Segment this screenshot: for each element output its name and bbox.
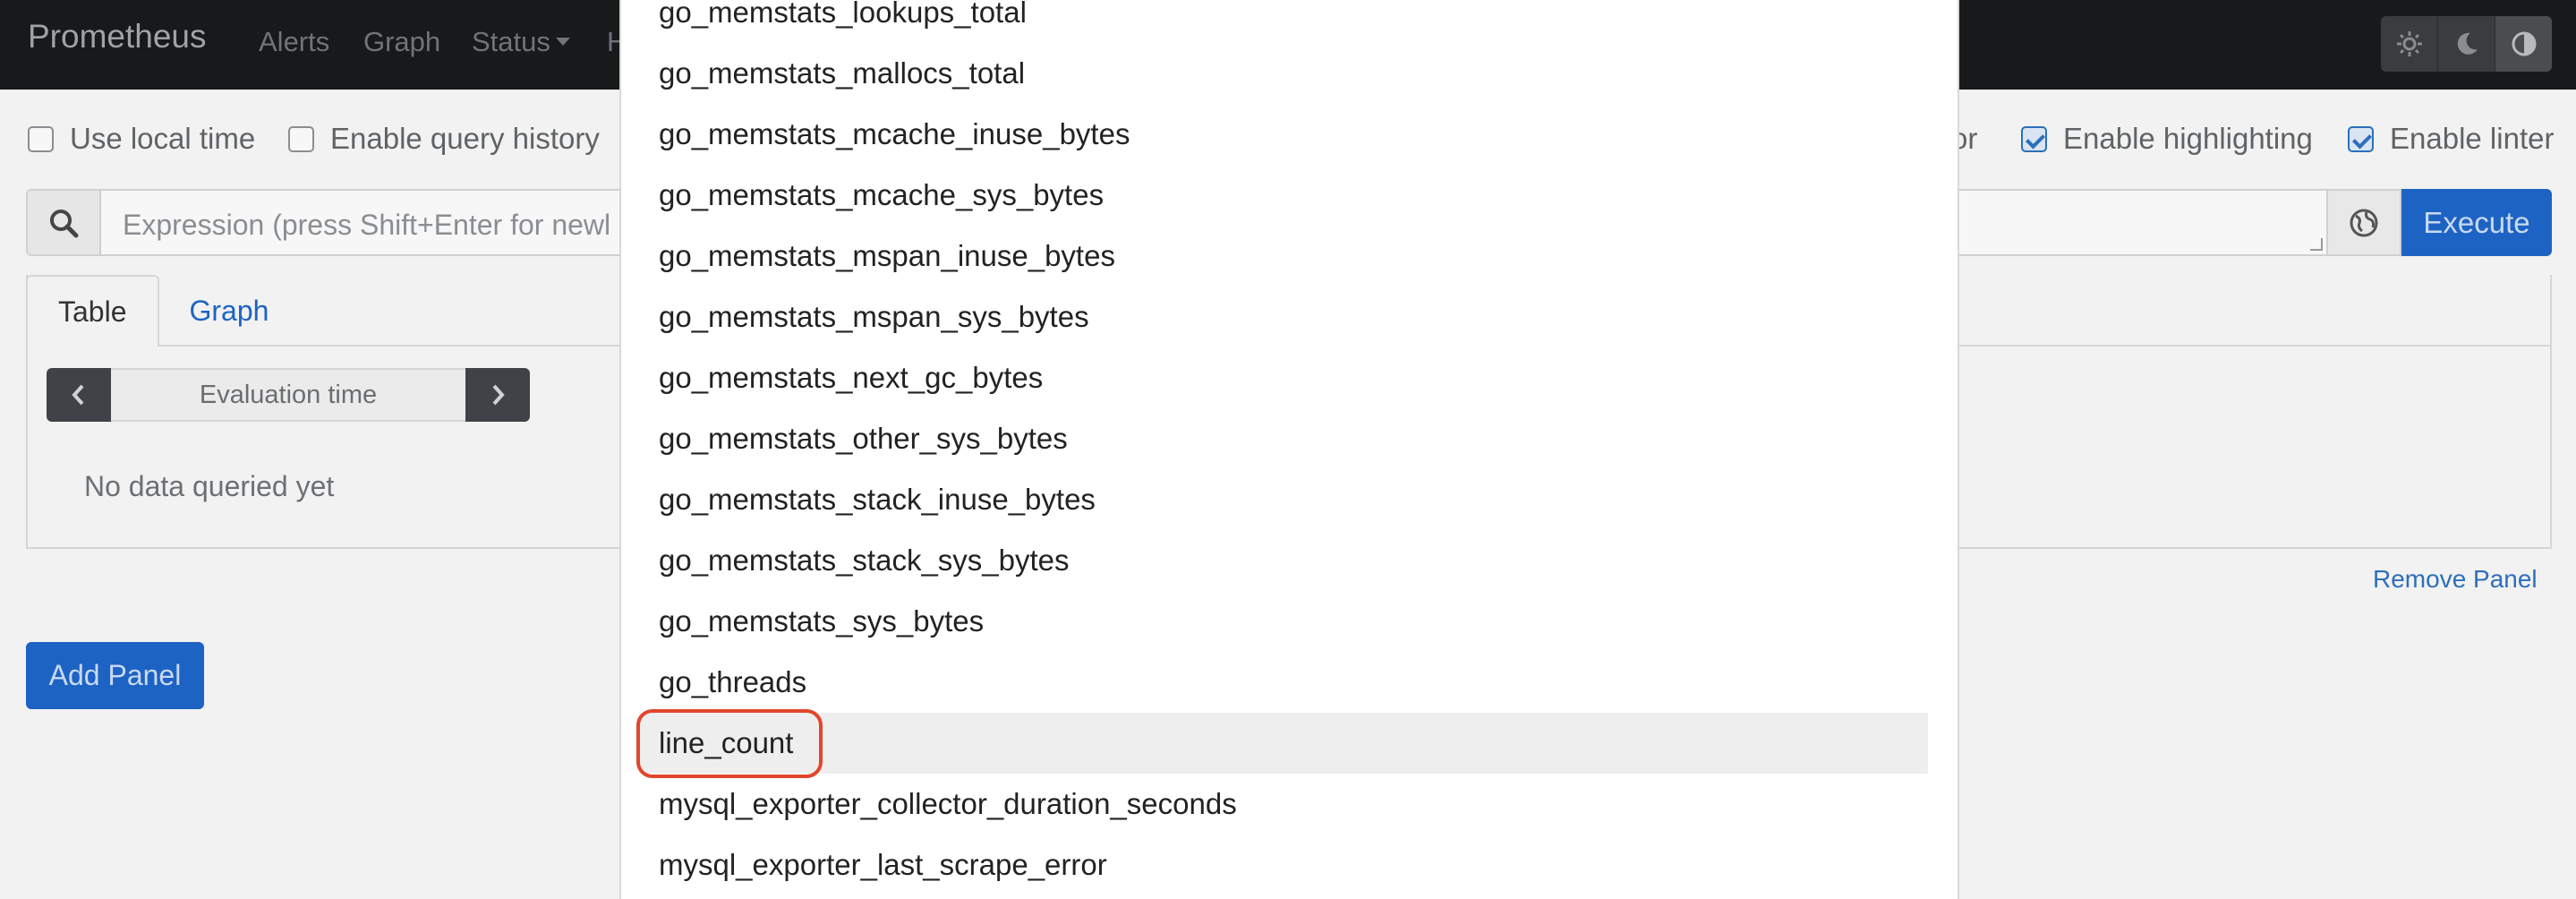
theme-auto-button[interactable] xyxy=(2495,16,2552,72)
enable-query-history-label: Enable query history xyxy=(330,122,600,155)
eval-time-forward-button[interactable] xyxy=(465,368,530,422)
autocomplete-item[interactable]: go_memstats_mcache_inuse_bytes xyxy=(639,104,1928,165)
autocomplete-item[interactable]: mysql_exporter_collector_duration_second… xyxy=(639,774,1928,835)
autocomplete-item[interactable]: go_threads xyxy=(639,652,1928,713)
execute-button[interactable]: Execute xyxy=(2401,189,2552,256)
search-icon xyxy=(50,209,79,237)
brand-logo-text[interactable]: Prometheus xyxy=(28,18,207,56)
theme-light-button[interactable] xyxy=(2381,16,2438,72)
chevron-left-icon xyxy=(72,384,84,406)
use-local-time-label: Use local time xyxy=(70,122,256,155)
tab-table[interactable]: Table xyxy=(26,275,159,347)
highlight-annotation-ring xyxy=(636,709,823,778)
half-circle-icon xyxy=(2512,31,2536,56)
enable-query-history-checkbox[interactable] xyxy=(288,125,314,152)
autocomplete-item[interactable]: go_memstats_lookups_total xyxy=(639,0,1928,43)
theme-dark-button[interactable] xyxy=(2438,16,2495,72)
autocomplete-item[interactable]: go_memstats_mspan_sys_bytes xyxy=(639,287,1928,347)
enable-highlighting-option[interactable]: Enable highlighting xyxy=(2021,122,2313,156)
metrics-explorer-button[interactable] xyxy=(2328,189,2401,256)
autocomplete-item[interactable]: go_memstats_sys_bytes xyxy=(639,591,1928,652)
autocomplete-item[interactable]: go_memstats_mcache_sys_bytes xyxy=(639,165,1928,226)
add-panel-button[interactable]: Add Panel xyxy=(26,642,204,709)
chevron-down-icon xyxy=(555,38,570,46)
empty-results-message: No data queried yet xyxy=(84,470,335,502)
use-local-time-checkbox[interactable] xyxy=(28,125,54,152)
enable-linter-option[interactable]: Enable linter xyxy=(2348,122,2554,156)
remove-panel-link[interactable]: Remove Panel xyxy=(2373,565,2538,594)
nav-link-status[interactable]: Status xyxy=(472,26,570,58)
autocomplete-item[interactable]: go_memstats_mspan_inuse_bytes xyxy=(639,226,1928,287)
autocomplete-item[interactable]: go_memstats_other_sys_bytes xyxy=(639,408,1928,469)
autocomplete-item-selected[interactable]: line_count xyxy=(639,713,1928,774)
tab-graph[interactable]: Graph xyxy=(159,275,300,347)
enable-linter-checkbox[interactable] xyxy=(2348,125,2374,152)
nav-link-status-label: Status xyxy=(472,26,550,57)
resize-handle-icon[interactable] xyxy=(2310,238,2323,251)
sun-icon xyxy=(2396,31,2422,56)
moon-icon xyxy=(2457,32,2478,55)
enable-highlighting-label: Enable highlighting xyxy=(2063,122,2313,155)
evaluation-time-picker: Evaluation time xyxy=(47,368,530,422)
active-tab-gap xyxy=(28,345,156,347)
enable-highlighting-checkbox[interactable] xyxy=(2021,125,2047,152)
nav-link-graph[interactable]: Graph xyxy=(363,26,440,58)
globe-icon xyxy=(2350,209,2378,236)
evaluation-time-input[interactable]: Evaluation time xyxy=(111,368,465,422)
chevron-right-icon xyxy=(492,384,505,406)
nav-link-alerts[interactable]: Alerts xyxy=(259,26,329,58)
autocomplete-item[interactable]: go_memstats_stack_sys_bytes xyxy=(639,530,1928,591)
theme-toggle-group xyxy=(2381,16,2552,72)
autocomplete-item[interactable]: go_memstats_stack_inuse_bytes xyxy=(639,469,1928,530)
expression-placeholder: Expression (press Shift+Enter for newl xyxy=(123,209,611,241)
panel-tabs: Table Graph xyxy=(26,275,299,347)
use-local-time-option[interactable]: Use local time xyxy=(28,122,255,156)
search-addon xyxy=(26,189,101,256)
autocomplete-item[interactable]: go_memstats_mallocs_total xyxy=(639,43,1928,104)
enable-query-history-option[interactable]: Enable query history xyxy=(288,122,600,156)
autocomplete-item[interactable]: mysql_exporter_last_scrape_error xyxy=(639,835,1928,895)
autocomplete-item[interactable]: go_memstats_next_gc_bytes xyxy=(639,347,1928,408)
eval-time-back-button[interactable] xyxy=(47,368,111,422)
enable-linter-label: Enable linter xyxy=(2390,122,2555,155)
